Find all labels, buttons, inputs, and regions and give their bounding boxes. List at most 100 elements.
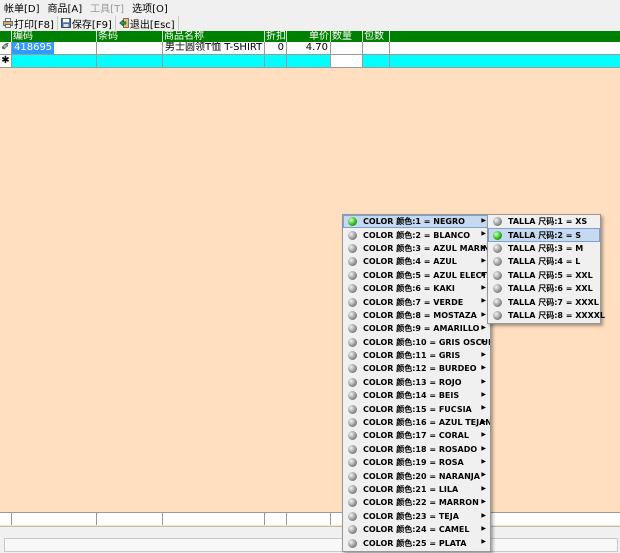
exit-button[interactable]: 退出[Esc]	[117, 16, 179, 31]
new-cell-quantity[interactable]	[331, 55, 363, 67]
color-item[interactable]: COLOR 颜色:22 = MARRON ▶	[343, 496, 490, 509]
cell-packs[interactable]	[363, 42, 390, 54]
color-item-label: COLOR 颜色:18 = ROSADO	[363, 444, 478, 454]
new-cell-barcode[interactable]	[97, 55, 163, 67]
size-item[interactable]: TALLA 尺码:5 = XXL	[488, 269, 600, 282]
new-cell-discount[interactable]	[265, 55, 287, 67]
header-barcode[interactable]: 条码	[97, 31, 163, 42]
size-item[interactable]: TALLA 尺码:6 = XXL	[488, 282, 600, 295]
color-popup-menu: COLOR 颜色:1 = NEGRO ▶ COLOR 颜色:2 = BLANCO ▶ C…	[342, 214, 491, 552]
submenu-arrow-icon: ▶	[481, 217, 486, 224]
submenu-arrow-icon: ▶	[481, 230, 486, 238]
radio-dot-icon	[493, 217, 502, 227]
size-item[interactable]: TALLA 尺码:3 = M	[488, 242, 600, 255]
radio-dot-icon	[493, 284, 502, 294]
color-item[interactable]: COLOR 颜色:18 = ROSADO ▶	[343, 443, 490, 456]
radio-dot-icon	[348, 444, 357, 454]
menu-bill[interactable]: 帐单[D]	[0, 0, 44, 15]
color-item[interactable]: COLOR 颜色:13 = ROJO ▶	[343, 376, 490, 389]
menu-goods[interactable]: 商品[A]	[44, 0, 87, 15]
color-item[interactable]: COLOR 颜色:10 = GRIS OSCURO ▶	[343, 336, 490, 349]
cell-quantity[interactable]	[331, 42, 363, 54]
cell-code[interactable]: 418695	[12, 42, 97, 54]
new-cell-name[interactable]	[163, 55, 265, 67]
save-button[interactable]: 保存[F9]	[59, 16, 116, 31]
color-item[interactable]: COLOR 颜色:21 = LILA ▶	[343, 483, 490, 496]
color-item[interactable]: COLOR 颜色:15 = FUCSIA ▶	[343, 402, 490, 415]
size-item[interactable]: TALLA 尺码:7 = XXXL	[488, 295, 600, 308]
new-cell-code[interactable]	[12, 55, 97, 67]
color-item[interactable]: COLOR 颜色:20 = NARANJA ▶	[343, 469, 490, 482]
color-item[interactable]: COLOR 颜色:9 = AMARILLO ▶	[343, 322, 490, 335]
submenu-arrow-icon: ▶	[481, 377, 486, 385]
radio-dot-icon	[348, 217, 357, 227]
toolbar: 打印[F8] 保存[F9] 退出[Esc]	[0, 15, 620, 32]
header-code[interactable]: 编码	[12, 31, 97, 42]
submenu-arrow-icon: ▶	[481, 498, 486, 506]
radio-dot-icon	[348, 270, 357, 280]
size-item-label: TALLA 尺码:7 = XXXL	[508, 297, 599, 307]
color-item-label: COLOR 颜色:19 = ROSA	[363, 458, 464, 468]
size-item[interactable]: TALLA 尺码:8 = XXXXL	[488, 309, 605, 322]
table-row[interactable]: ✐ 418695 男士圆领T恤 T-SHIRT 0 4.70	[0, 42, 620, 55]
color-item-label: COLOR 颜色:12 = BURDEO	[363, 364, 477, 374]
new-cell-price[interactable]	[287, 55, 331, 67]
size-popup-menu: TALLA 尺码:1 = XS TALLA 尺码:2 = S TALLA 尺码:3 …	[487, 214, 605, 324]
color-item-label: COLOR 颜色:17 = CORAL	[363, 431, 469, 441]
code-selection[interactable]: 418695	[12, 42, 55, 54]
color-item[interactable]: COLOR 颜色:17 = CORAL ▶	[343, 429, 490, 442]
size-item-label: TALLA 尺码:5 = XXL	[508, 270, 593, 280]
color-item[interactable]: COLOR 颜色:23 = TEJA ▶	[343, 510, 490, 523]
size-item-label: TALLA 尺码:4 = L	[508, 257, 581, 267]
radio-dot-icon	[348, 351, 357, 361]
header-name[interactable]: 商品名称	[163, 31, 265, 42]
submenu-arrow-icon: ▶	[481, 524, 486, 532]
new-row[interactable]: ✱	[0, 55, 620, 68]
submenu-arrow-icon: ▶	[481, 417, 486, 425]
size-item[interactable]: TALLA 尺码:2 = S	[488, 228, 600, 242]
color-item[interactable]: COLOR 颜色:6 = KAKI ▶	[343, 282, 490, 295]
color-item[interactable]: COLOR 颜色:3 = AZUL MARINO ▶	[343, 242, 490, 255]
menu-options[interactable]: 选项[O]	[128, 0, 172, 15]
radio-dot-icon	[348, 538, 357, 548]
size-item[interactable]: TALLA 尺码:1 = XS	[488, 215, 600, 228]
radio-dot-icon	[348, 418, 357, 428]
new-cell-packs[interactable]	[363, 55, 390, 67]
submenu-arrow-icon: ▶	[481, 310, 486, 318]
color-item[interactable]: COLOR 颜色:12 = BURDEO ▶	[343, 362, 490, 375]
size-item[interactable]: TALLA 尺码:4 = L	[488, 255, 600, 268]
cell-barcode[interactable]	[97, 42, 163, 54]
color-item[interactable]: COLOR 颜色:1 = NEGRO ▶	[343, 215, 490, 229]
color-item[interactable]: COLOR 颜色:8 = MOSTAZA ▶	[343, 309, 490, 322]
print-button[interactable]: 打印[F8]	[1, 16, 58, 31]
header-packs[interactable]: 包数	[363, 31, 390, 42]
submenu-arrow-icon: ▶	[481, 431, 486, 439]
radio-dot-icon	[348, 284, 357, 294]
color-item-label: COLOR 颜色:14 = BEIS	[363, 391, 460, 401]
cell-discount[interactable]: 0	[265, 42, 287, 54]
color-item[interactable]: COLOR 颜色:14 = BEIS ▶	[343, 389, 490, 402]
color-item[interactable]: COLOR 颜色:16 = AZUL TEJANO ▶	[343, 416, 490, 429]
color-item-label: COLOR 颜色:1 = NEGRO	[363, 217, 465, 227]
color-item[interactable]: COLOR 颜色:2 = BLANCO ▶	[343, 228, 490, 241]
color-item[interactable]: COLOR 颜色:5 = AZUL ELECTRICO▶	[343, 269, 490, 282]
status-bar	[0, 526, 620, 553]
cell-name[interactable]: 男士圆领T恤 T-SHIRT	[163, 42, 265, 54]
color-item[interactable]: COLOR 颜色:25 = PLATA ▶	[343, 536, 490, 549]
submenu-arrow-icon: ▶	[481, 538, 486, 546]
color-item-label: COLOR 颜色:8 = MOSTAZA	[363, 310, 477, 320]
color-item[interactable]: COLOR 颜色:11 = GRIS ▶	[343, 349, 490, 362]
header-quantity[interactable]: 数量	[331, 31, 363, 42]
color-item[interactable]: COLOR 颜色:24 = CAMEL ▶	[343, 523, 490, 536]
color-item-label: COLOR 颜色:6 = KAKI	[363, 284, 455, 294]
menu-tools[interactable]: 工具[T]	[86, 0, 128, 15]
radio-dot-icon	[493, 297, 502, 307]
header-discount[interactable]: 折扣	[265, 31, 287, 42]
color-item[interactable]: COLOR 颜色:19 = ROSA ▶	[343, 456, 490, 469]
color-item[interactable]: COLOR 颜色:7 = VERDE ▶	[343, 295, 490, 308]
color-item[interactable]: COLOR 颜色:4 = AZUL ▶	[343, 255, 490, 268]
color-item-label: COLOR 颜色:9 = AMARILLO	[363, 324, 480, 334]
cell-price[interactable]: 4.70	[287, 42, 331, 54]
submenu-arrow-icon: ▶	[481, 350, 486, 358]
header-price[interactable]: 单价	[287, 31, 331, 42]
